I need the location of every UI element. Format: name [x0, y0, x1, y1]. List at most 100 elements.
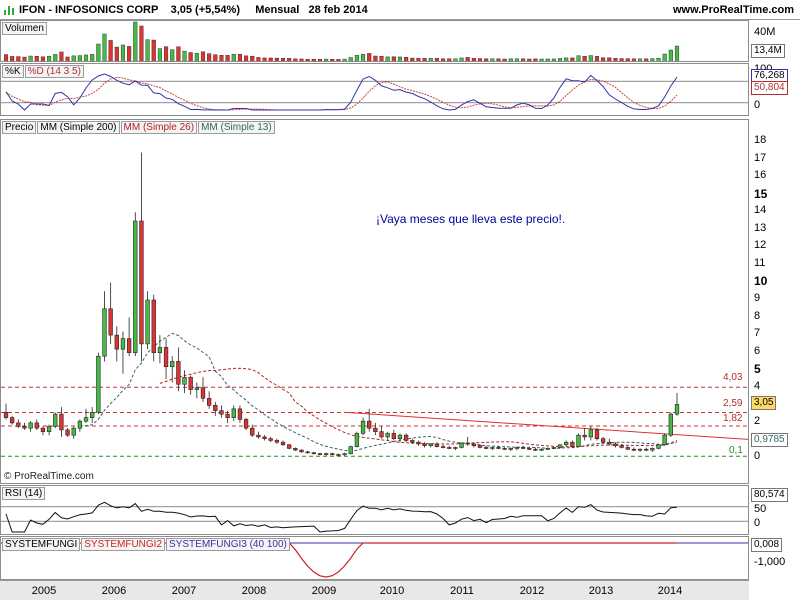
- candle-body: [342, 453, 347, 456]
- volume-bar: [133, 21, 138, 61]
- volume-bar: [90, 54, 95, 61]
- candle-body: [34, 422, 39, 429]
- level-label-259: 2,59: [723, 398, 743, 409]
- candle-body: [508, 448, 513, 450]
- price-tick: 6: [754, 344, 761, 357]
- candle-body: [53, 413, 58, 427]
- volume-bar: [53, 54, 58, 61]
- volume-title[interactable]: Volumen: [2, 22, 47, 35]
- volume-bar: [551, 58, 556, 61]
- volume-bar: [330, 59, 335, 61]
- fungi-panel[interactable]: SYSTEMFUNGI SYSTEMFUNGI2 SYSTEMFUNGI3 (4…: [0, 536, 749, 580]
- candle-body: [533, 448, 538, 451]
- volume-bar: [256, 57, 261, 61]
- candle-body: [305, 451, 310, 454]
- volume-bar: [545, 58, 550, 61]
- volume-bar: [539, 58, 544, 61]
- volume-bar: [557, 58, 563, 61]
- volume-bar: [102, 33, 107, 61]
- volume-bar: [644, 58, 649, 61]
- candle-body: [557, 444, 563, 448]
- volume-bar: [176, 46, 181, 61]
- candle-body: [403, 434, 409, 441]
- candle-body: [22, 426, 27, 429]
- price-title[interactable]: Precio: [2, 121, 37, 134]
- price-tick: 11: [754, 256, 766, 269]
- candle-body: [90, 412, 95, 418]
- volume-bar: [299, 58, 304, 61]
- candle-body: [656, 444, 661, 449]
- volume-bar: [139, 25, 144, 61]
- price-value-box: 3,05: [751, 396, 777, 411]
- volume-bar: [182, 50, 187, 61]
- candle-body: [582, 434, 587, 438]
- candle-body: [644, 448, 649, 451]
- candle-body: [607, 441, 612, 445]
- candle-body: [330, 453, 335, 455]
- level-label-01: 0,1: [729, 445, 743, 456]
- ticker-name: IFON - INFOSONICS CORP: [19, 4, 159, 16]
- volume-bar: [613, 58, 618, 61]
- volume-bar: [625, 58, 630, 61]
- volume-bar: [10, 56, 15, 61]
- price-tick: 18: [754, 134, 767, 146]
- rsi-title[interactable]: RSI (14): [2, 487, 46, 500]
- candle-body: [625, 447, 630, 450]
- volume-bar: [71, 55, 76, 61]
- year-label-2010: 2010: [379, 585, 405, 597]
- volume-bar: [22, 56, 27, 61]
- rsi-panel[interactable]: RSI (14): [0, 485, 749, 535]
- price-tick: 12: [754, 239, 767, 252]
- volume-bar: [447, 58, 452, 61]
- candle-body: [539, 448, 544, 451]
- fungi2-title[interactable]: SYSTEMFUNGI2: [81, 538, 166, 551]
- volume-panel[interactable]: Volumen: [0, 20, 749, 62]
- price-chart: [1, 152, 748, 457]
- volume-bar: [77, 55, 82, 61]
- candle-body: [600, 438, 606, 443]
- fungi3-title[interactable]: SYSTEMFUNGI3 (40 100): [166, 538, 290, 551]
- candle-body: [576, 434, 581, 447]
- year-label-2012: 2012: [519, 585, 545, 597]
- volume-bar: [416, 57, 421, 61]
- price-tick: 17: [754, 151, 767, 164]
- candle-body: [65, 429, 70, 436]
- stoch-d-value: 50,804: [751, 81, 788, 95]
- copyright-text: © ProRealTime.com: [4, 471, 94, 482]
- volume-bar: [477, 58, 483, 61]
- stoch-d-title[interactable]: %D (14 3 5): [24, 65, 84, 78]
- ma200-title[interactable]: MM (Simple 200): [37, 121, 120, 134]
- chart-annotation: ¡Vaya meses que lleva este precio!.: [376, 212, 566, 226]
- site-url[interactable]: www.ProRealTime.com: [673, 4, 794, 16]
- volume-bar: [459, 57, 464, 61]
- candle-body: [170, 361, 175, 368]
- ma13-title[interactable]: MM (Simple 13): [198, 121, 275, 134]
- price-panel[interactable]: Precio MM (Simple 200) MM (Simple 26) MM…: [0, 119, 749, 484]
- candle-body: [46, 426, 52, 432]
- candle-body: [496, 447, 501, 449]
- price-tick: 5: [754, 362, 761, 377]
- candle-body: [287, 444, 292, 449]
- fungi1-title[interactable]: SYSTEMFUNGI: [2, 538, 81, 551]
- year-label-2009: 2009: [311, 585, 337, 597]
- stoch-k-title[interactable]: %K: [2, 65, 24, 78]
- volume-bar: [564, 57, 569, 61]
- candle-body: [428, 443, 433, 447]
- candle-body: [490, 447, 495, 449]
- volume-bar: [348, 57, 353, 61]
- candle-body: [447, 447, 452, 449]
- candle-body: [293, 448, 298, 451]
- candle-body: [299, 449, 304, 453]
- year-label-2007: 2007: [171, 585, 197, 597]
- volume-bar: [588, 55, 593, 61]
- volume-bar: [274, 57, 279, 61]
- price-tick: 8: [754, 309, 761, 322]
- volume-bar: [83, 54, 89, 61]
- volume-bar: [305, 58, 310, 61]
- stochastic-panel[interactable]: %K %D (14 3 5): [0, 63, 749, 116]
- price-tick: 14: [754, 204, 767, 217]
- price-tick: 10: [754, 274, 768, 289]
- candle-body: [237, 408, 243, 420]
- candle-body: [348, 446, 353, 454]
- ma26-title[interactable]: MM (Simple 26): [120, 121, 198, 134]
